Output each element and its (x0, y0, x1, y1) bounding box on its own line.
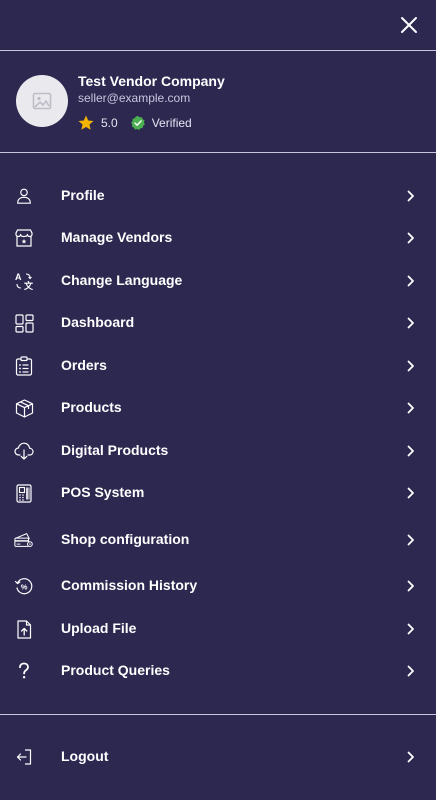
menu-item-label: Change Language (61, 272, 183, 288)
user-icon (14, 186, 34, 206)
menu-item-label: Digital Products (61, 442, 169, 458)
box-icon (14, 398, 34, 418)
logout-button[interactable]: Logout (0, 737, 436, 777)
svg-text:%: % (21, 583, 28, 592)
chevron-right-icon (406, 533, 416, 547)
divider (0, 152, 436, 153)
menu-item-label: Product Queries (61, 662, 170, 678)
chevron-right-icon (406, 622, 416, 636)
chevron-right-icon (406, 274, 416, 288)
svg-text:文: 文 (23, 280, 34, 291)
star-icon (78, 115, 94, 130)
rating-value: 5.0 (101, 116, 118, 130)
close-icon[interactable] (400, 16, 418, 34)
chevron-right-icon (406, 316, 416, 330)
verified-label: Verified (151, 116, 192, 130)
clipboard-icon (14, 356, 34, 376)
menu-item-shop-configuration[interactable]: Shop configuration (0, 520, 436, 560)
dashboard-icon (14, 313, 34, 333)
chevron-right-icon (406, 750, 416, 764)
chevron-right-icon (406, 444, 416, 458)
menu-item-label: Products (61, 399, 122, 415)
menu-item-label: Upload File (61, 620, 137, 636)
chevron-right-icon (406, 401, 416, 415)
store-icon (14, 228, 34, 248)
image-placeholder-icon (32, 92, 52, 110)
avatar (16, 75, 68, 127)
drawer-header (0, 0, 436, 50)
commission-history-icon: % (14, 576, 34, 596)
menu-item-change-language[interactable]: A 文 Change Language (0, 261, 436, 301)
cloud-download-icon (14, 441, 34, 461)
chevron-right-icon (406, 189, 416, 203)
menu-item-label: Shop configuration (61, 531, 190, 547)
chevron-right-icon (406, 579, 416, 593)
card-settings-icon (14, 530, 34, 550)
logout-label: Logout (61, 748, 109, 764)
rating-row: 5.0 Verified (77, 114, 192, 132)
chevron-right-icon (406, 486, 416, 500)
menu-item-commission-history[interactable]: % Commission History (0, 566, 436, 606)
menu-item-products[interactable]: Products (0, 388, 436, 428)
file-upload-icon (14, 619, 34, 639)
vendor-email: seller@example.com (78, 91, 191, 105)
menu-item-product-queries[interactable]: Product Queries (0, 651, 436, 691)
menu-item-label: Dashboard (61, 314, 135, 330)
verified-icon (130, 116, 145, 130)
menu-item-digital-products[interactable]: Digital Products (0, 431, 436, 471)
menu-item-label: Profile (61, 187, 105, 203)
vendor-profile-card: Test Vendor Company seller@example.com 5… (0, 51, 436, 151)
svg-text:A: A (15, 272, 22, 282)
menu-item-upload-file[interactable]: Upload File (0, 609, 436, 649)
menu-item-label: Orders (61, 357, 107, 373)
close-button[interactable] (396, 12, 422, 38)
menu-item-manage-vendors[interactable]: Manage Vendors (0, 218, 436, 258)
navigation-drawer: Test Vendor Company seller@example.com 5… (0, 0, 436, 800)
verified-badge (130, 115, 146, 131)
menu-item-label: Commission History (61, 577, 198, 593)
menu-item-orders[interactable]: Orders (0, 346, 436, 386)
pos-terminal-icon (14, 483, 34, 503)
company-name: Test Vendor Company (78, 73, 225, 89)
menu-item-label: POS System (61, 484, 145, 500)
chevron-right-icon (406, 359, 416, 373)
chevron-right-icon (406, 231, 416, 245)
menu-item-pos-system[interactable]: POS System (0, 473, 436, 513)
menu-item-dashboard[interactable]: Dashboard (0, 303, 436, 343)
question-icon (14, 661, 34, 681)
logout-icon (14, 747, 34, 767)
menu-item-label: Manage Vendors (61, 229, 173, 245)
divider (0, 714, 436, 715)
menu-item-profile[interactable]: Profile (0, 176, 436, 216)
translate-icon: A 文 (14, 271, 34, 291)
chevron-right-icon (406, 664, 416, 678)
